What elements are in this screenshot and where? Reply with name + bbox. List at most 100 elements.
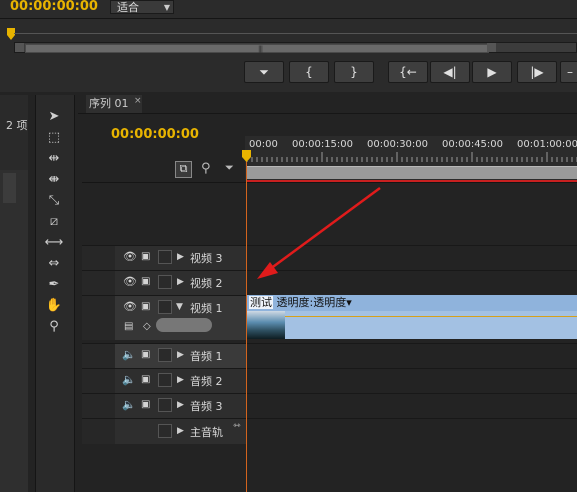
eye-icon[interactable]: 👁 <box>123 300 137 313</box>
snap-icon[interactable]: ⧉ <box>175 161 192 178</box>
track-target-audio2[interactable] <box>82 368 115 393</box>
fit-dropdown-label: 适合 <box>117 1 139 14</box>
eye-icon[interactable]: 👁 <box>123 275 137 288</box>
slip-tool-icon[interactable]: ⟷ <box>44 234 64 252</box>
zoom-handle-left[interactable] <box>15 43 24 52</box>
play-icon[interactable]: ▶ <box>472 61 512 83</box>
track-target-master[interactable] <box>82 418 115 444</box>
pen-tool-icon[interactable]: ✒ <box>44 276 64 294</box>
track-select-tool-icon[interactable]: ⬚ <box>44 129 64 147</box>
resize-icon[interactable]: ⇿ <box>233 421 241 431</box>
opacity-rubber-band[interactable] <box>247 316 577 317</box>
mark-in-icon[interactable]: ⏷ <box>244 61 284 83</box>
ruler-label: 00:01:00:00 <box>517 139 577 150</box>
grip-icon: ||| <box>258 45 263 53</box>
rolling-edit-tool-icon[interactable]: ⇼ <box>44 171 64 189</box>
track-name: 主音轨 <box>190 426 223 439</box>
step-forward-icon[interactable]: |▶ <box>517 61 557 83</box>
track-target-video2[interactable] <box>82 270 115 295</box>
zoom-handle-right[interactable] <box>487 43 496 52</box>
track-lane-audio2[interactable] <box>247 368 577 393</box>
expand-icon[interactable]: ▶ <box>177 400 184 410</box>
lock-toggle[interactable] <box>158 275 172 289</box>
expand-icon[interactable]: ▶ <box>177 426 184 436</box>
speaker-icon[interactable]: 🔈 <box>122 348 136 361</box>
expand-icon[interactable]: ▶ <box>177 277 184 287</box>
expand-icon[interactable]: ▶ <box>177 375 184 385</box>
clip-thumbnail <box>247 311 285 339</box>
chevron-down-icon[interactable]: ▾ <box>346 296 352 309</box>
sync-lock-icon[interactable]: ▣ <box>141 399 150 410</box>
sync-lock-icon[interactable]: ▣ <box>141 251 150 262</box>
more-icon[interactable]: – <box>560 61 577 83</box>
ruler-label: 00:00:30:00 <box>367 139 429 150</box>
sync-lock-icon[interactable]: ▣ <box>141 301 150 312</box>
set-out-point-icon[interactable]: } <box>334 61 374 83</box>
sync-lock-icon[interactable]: ▣ <box>141 349 150 360</box>
zoom-tool-icon[interactable]: ⚲ <box>44 318 64 336</box>
track-name: 音频 2 <box>190 375 223 388</box>
lock-toggle[interactable] <box>158 398 172 412</box>
speaker-icon[interactable]: 🔈 <box>122 373 136 386</box>
monitor-scrub-track[interactable] <box>14 33 577 34</box>
ripple-edit-tool-icon[interactable]: ⇹ <box>44 150 64 168</box>
lock-toggle[interactable] <box>158 424 172 438</box>
keyframe-marker-icon[interactable]: ⚲ <box>201 161 211 176</box>
track-target-video3[interactable] <box>82 245 115 270</box>
clip-label[interactable]: 测试 透明度:透明度▾ <box>249 295 352 310</box>
work-area-bar[interactable] <box>247 166 577 179</box>
lock-toggle[interactable] <box>158 348 172 362</box>
keyframe-navigator[interactable] <box>156 318 212 332</box>
project-list-item[interactable] <box>3 173 16 203</box>
sync-lock-icon[interactable]: ▣ <box>141 374 150 385</box>
expand-icon[interactable]: ▶ <box>177 350 184 360</box>
keyframe-icon[interactable]: ◇ <box>143 321 151 332</box>
display-style-icon[interactable]: ▤ <box>124 321 133 332</box>
ruler-label: 00:00 <box>249 139 278 150</box>
track-target-audio3[interactable] <box>82 393 115 418</box>
hand-tool-icon[interactable]: ✋ <box>44 297 64 315</box>
project-list[interactable] <box>0 170 28 492</box>
project-item-count: 2 项 <box>6 119 28 132</box>
track-lane-audio3[interactable] <box>247 393 577 418</box>
ruler-label: 00:00:45:00 <box>442 139 504 150</box>
track-target-video1[interactable] <box>82 295 115 340</box>
selection-tool-icon[interactable]: ➤ <box>44 108 64 126</box>
close-icon[interactable]: × <box>134 96 142 106</box>
playhead-marker-icon[interactable] <box>6 28 16 40</box>
divider <box>0 18 577 19</box>
expand-icon[interactable]: ▶ <box>177 252 184 262</box>
eye-icon[interactable]: 👁 <box>123 250 137 263</box>
sync-lock-icon[interactable]: ▣ <box>141 276 150 287</box>
track-name: 音频 1 <box>190 350 223 363</box>
monitor-timecode[interactable]: 00:00:00:00 <box>10 0 98 14</box>
lock-toggle[interactable] <box>158 373 172 387</box>
go-to-in-icon[interactable]: {← <box>388 61 428 83</box>
monitor-zoom-scrollbar[interactable]: ||| <box>14 42 577 53</box>
step-back-icon[interactable]: ◀| <box>430 61 470 83</box>
ruler-label: 00:00:15:00 <box>292 139 354 150</box>
lock-toggle[interactable] <box>158 300 172 314</box>
playhead-marker-icon[interactable] <box>241 150 252 162</box>
razor-tool-icon[interactable]: ⧄ <box>44 213 64 231</box>
ruler-ticks <box>247 152 577 162</box>
speaker-icon[interactable]: 🔈 <box>122 398 136 411</box>
set-in-point-icon[interactable]: { <box>289 61 329 83</box>
slide-tool-icon[interactable]: ⇔ <box>44 255 64 273</box>
rate-stretch-tool-icon[interactable]: ⤡ <box>44 192 64 210</box>
track-name: 视频 3 <box>190 252 223 265</box>
track-name: 音频 3 <box>190 400 223 413</box>
track-name: 视频 2 <box>190 277 223 290</box>
add-marker-icon[interactable]: ⏷ <box>225 161 234 175</box>
lock-toggle[interactable] <box>158 250 172 264</box>
effect-menu[interactable]: 透明度:透明度 <box>277 296 347 309</box>
annotation-arrow <box>257 186 381 279</box>
track-target-audio1[interactable] <box>82 343 115 368</box>
zoom-thumb[interactable]: ||| <box>25 44 489 53</box>
sequence-timecode[interactable]: 00:00:00:00 <box>111 127 199 142</box>
fit-dropdown[interactable]: 适合 ▼ <box>110 0 174 14</box>
clip-name: 测试 <box>249 296 273 309</box>
collapse-icon[interactable]: ▼ <box>176 302 183 312</box>
track-lane-master[interactable] <box>247 418 577 444</box>
track-lane-audio1[interactable] <box>247 343 577 368</box>
